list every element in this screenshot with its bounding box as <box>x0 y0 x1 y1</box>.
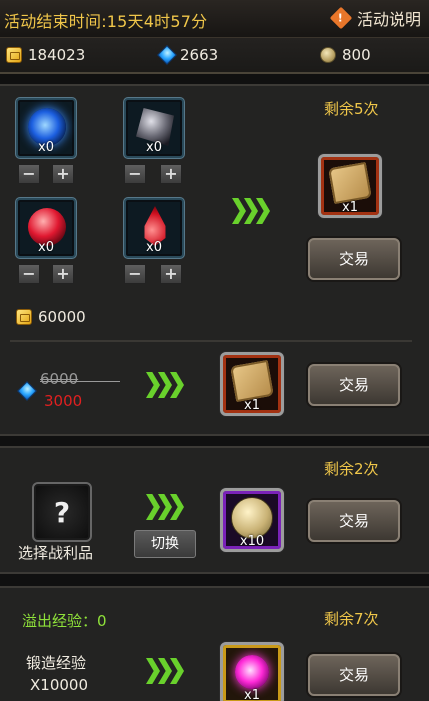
reward-slot[interactable]: x1 <box>220 642 284 701</box>
exchange-panel-1: x0 − + x0 − + x0 − + x0 − + 60000 剩余5次 x… <box>0 84 429 436</box>
overflow-exp: 溢出经验：0 <box>22 612 107 630</box>
new-price: 3000 <box>44 392 83 410</box>
minus-button[interactable]: − <box>124 164 146 184</box>
gold-ingot-icon <box>6 47 22 63</box>
material-slot-red[interactable]: x0 <box>16 198 76 258</box>
coin-icon <box>320 47 336 63</box>
arrow-right-icon <box>146 494 184 520</box>
forge-exp-amount: X10000 <box>30 676 88 694</box>
gold-ingot-icon <box>16 309 32 325</box>
minus-button[interactable]: − <box>18 164 40 184</box>
event-countdown: 活动结束时间:15天4时57分 <box>4 12 208 31</box>
material-slot-blue[interactable]: x0 <box>16 98 76 158</box>
cost-gold: 60000 <box>16 308 86 326</box>
reward-slot[interactable]: x1 <box>318 154 382 218</box>
coin-icon <box>231 497 273 539</box>
plus-button[interactable]: + <box>160 264 182 284</box>
material-slot-dark[interactable]: x0 <box>124 98 184 158</box>
strikethrough-line <box>40 381 120 382</box>
switch-button[interactable]: 切换 <box>134 530 196 558</box>
question-mark-icon: ? <box>53 496 71 529</box>
event-info-button[interactable]: ! 活动说明 <box>329 6 421 30</box>
minus-button[interactable]: − <box>124 264 146 284</box>
resource-gem: 2663 <box>157 45 219 65</box>
divider <box>10 340 412 342</box>
select-loot-slot[interactable]: ? <box>32 482 92 542</box>
pink-orb-icon <box>235 655 269 689</box>
exchange-panel-3: 溢出经验：0 剩余7次 锻造经验 X10000 x1 交易 <box>0 586 429 701</box>
resource-gold: 184023 <box>6 46 85 64</box>
trade-button[interactable]: 交易 <box>308 364 400 406</box>
cost-amount: 60000 <box>38 308 86 326</box>
reward-slot[interactable]: x10 <box>220 488 284 552</box>
blue-gem-icon <box>17 381 37 401</box>
minus-button[interactable]: − <box>18 264 40 284</box>
plus-button[interactable]: + <box>52 164 74 184</box>
event-info-label: 活动说明 <box>356 10 421 29</box>
scroll-icon <box>230 359 274 403</box>
forge-exp-label: 锻造经验 <box>26 654 87 672</box>
remaining-count: 剩余2次 <box>324 460 379 478</box>
arrow-right-icon <box>232 198 270 224</box>
old-price: 6000 <box>40 370 79 388</box>
coin-amount: 800 <box>342 46 371 64</box>
exclamation-icon: ! <box>329 6 353 30</box>
plus-button[interactable]: + <box>52 264 74 284</box>
trade-button[interactable]: 交易 <box>308 654 400 696</box>
plus-button[interactable]: + <box>160 164 182 184</box>
resource-bar: 184023 2663 800 <box>0 38 429 74</box>
blue-gem-icon <box>157 45 177 65</box>
arrow-right-icon <box>146 372 184 398</box>
exchange-panel-2: 剩余2次 ? 选择战利品 切换 x10 交易 <box>0 446 429 574</box>
scroll-icon <box>328 161 372 205</box>
select-loot-label: 选择战利品 <box>18 544 94 562</box>
trade-button[interactable]: 交易 <box>308 238 400 280</box>
reward-slot[interactable]: x1 <box>220 352 284 416</box>
remaining-count: 剩余7次 <box>324 610 379 628</box>
top-bar: 活动结束时间:15天4时57分 ! 活动说明 <box>0 0 429 38</box>
gem-amount: 2663 <box>180 46 219 64</box>
material-slot-drop[interactable]: x0 <box>124 198 184 258</box>
resource-coin: 800 <box>320 46 371 64</box>
remaining-count: 剩余5次 <box>324 100 379 118</box>
arrow-right-icon <box>146 658 184 684</box>
gold-amount: 184023 <box>28 46 86 64</box>
trade-button[interactable]: 交易 <box>308 500 400 542</box>
